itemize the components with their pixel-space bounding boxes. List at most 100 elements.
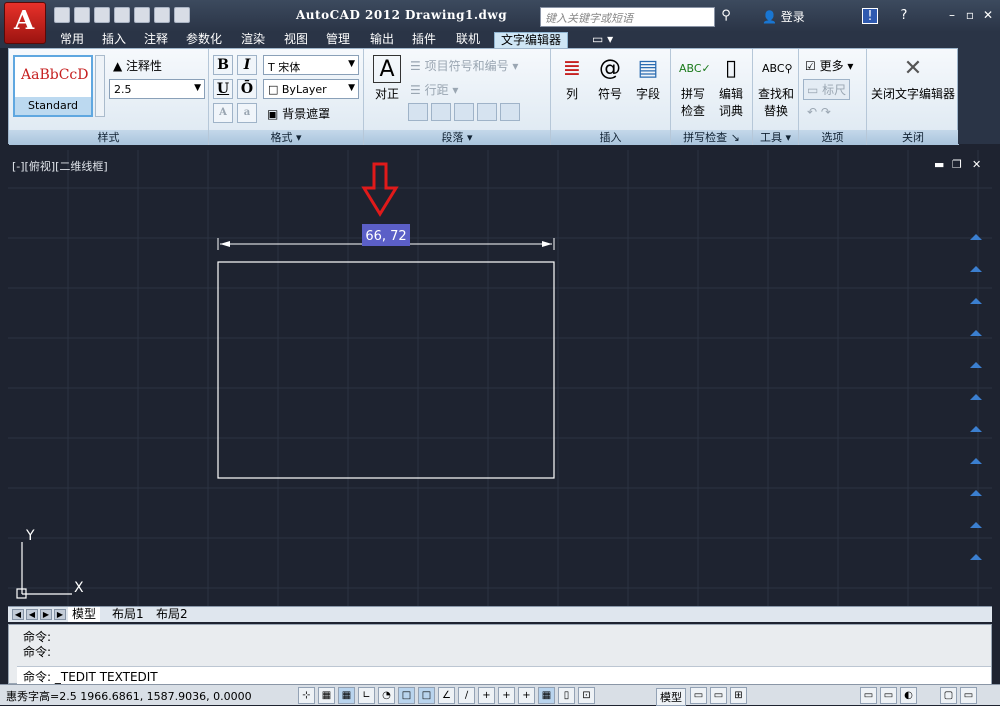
- close-text-editor-button[interactable]: ✕ 关闭文字编辑器: [869, 55, 957, 102]
- undo-redo-icons[interactable]: ↶ ↷: [807, 105, 831, 119]
- command-input[interactable]: 命令: _TEDIT TEXTEDIT: [17, 666, 991, 684]
- restore-icon[interactable]: ▫: [962, 8, 978, 24]
- quick-properties-icon[interactable]: ▦: [538, 687, 555, 704]
- search-input[interactable]: 键入关键字或短语: [540, 7, 715, 27]
- print-icon[interactable]: [134, 7, 150, 23]
- tab-text-editor[interactable]: 文字编辑器: [494, 32, 569, 48]
- underline-button[interactable]: U: [213, 79, 233, 99]
- tab-online[interactable]: 联机: [450, 32, 486, 48]
- infer-constraints-icon[interactable]: ⊹: [298, 687, 315, 704]
- autocad-logo-icon: A: [14, 6, 35, 36]
- redo-icon[interactable]: [174, 7, 190, 23]
- application-menu-button[interactable]: A: [4, 2, 46, 44]
- edit-dictionary-button[interactable]: ▯ 编辑 词典: [713, 55, 749, 119]
- tab-layout1[interactable]: 布局1: [108, 607, 148, 622]
- polar-icon[interactable]: ◔: [378, 687, 395, 704]
- line-spacing-button[interactable]: ☰ 行距 ▾: [410, 81, 458, 98]
- annotation-monitor-icon[interactable]: ⊡: [578, 687, 595, 704]
- last-tab-icon[interactable]: ▶: [54, 609, 66, 620]
- justify-button[interactable]: A 对正: [370, 55, 404, 102]
- next-tab-icon[interactable]: ▶: [40, 609, 52, 620]
- gallery-scroller[interactable]: [95, 55, 105, 117]
- close-icon[interactable]: ✕: [980, 8, 996, 24]
- tab-output[interactable]: 输出: [364, 32, 400, 48]
- prev-tab-icon[interactable]: ◀: [26, 609, 38, 620]
- spellcheck-button[interactable]: ABC✓ 拼写 检查: [675, 55, 711, 119]
- grid-icon[interactable]: ▦: [338, 687, 355, 704]
- ortho-icon[interactable]: ∟: [358, 687, 375, 704]
- symbol-button[interactable]: @ 符号: [593, 55, 627, 102]
- tab-model[interactable]: 模型: [68, 607, 101, 622]
- tab-insert[interactable]: 插入: [96, 32, 132, 48]
- tab-home[interactable]: 常用: [54, 32, 90, 48]
- dyn-icon[interactable]: +: [478, 687, 495, 704]
- undo-icon[interactable]: [154, 7, 170, 23]
- 3d-osnap-icon[interactable]: □: [418, 687, 435, 704]
- justify-text-icon[interactable]: [477, 103, 497, 121]
- background-mask-button[interactable]: ▣ 背景遮罩: [267, 105, 330, 122]
- snap-icon[interactable]: ▦: [318, 687, 335, 704]
- viewport-minimize-icon[interactable]: ▬: [934, 158, 944, 171]
- save-icon[interactable]: [94, 7, 110, 23]
- bullets-button[interactable]: ☰ 项目符号和编号 ▾: [410, 57, 518, 74]
- justify-icon: A: [373, 55, 401, 83]
- more-button[interactable]: ☑ 更多 ▾: [805, 57, 853, 74]
- help-icon[interactable]: ?: [896, 8, 912, 24]
- open-icon[interactable]: [74, 7, 90, 23]
- close-x-icon: ✕: [903, 56, 923, 81]
- new-icon[interactable]: [54, 7, 70, 23]
- model-space-button[interactable]: 模型: [656, 688, 686, 706]
- viewport-close-icon[interactable]: ✕: [972, 158, 981, 171]
- dictionary-label-2: 词典: [718, 104, 743, 118]
- login-button[interactable]: 👤 登录: [762, 8, 805, 25]
- workspace-icon[interactable]: ▭: [860, 687, 877, 704]
- viewport-restore-icon[interactable]: ❐: [952, 158, 962, 171]
- clean-screen-icon[interactable]: ▭: [960, 687, 977, 704]
- tab-annotate[interactable]: 注释: [138, 32, 174, 48]
- align-right-icon[interactable]: [454, 103, 474, 121]
- viewport-scale-icon[interactable]: ⊞: [730, 687, 747, 704]
- osnap-icon[interactable]: □: [398, 687, 415, 704]
- tab-manage[interactable]: 管理: [320, 32, 356, 48]
- align-left-icon[interactable]: [408, 103, 428, 121]
- hardware-icon[interactable]: ▢: [940, 687, 957, 704]
- drawing-canvas[interactable]: 66, 72 Y X: [8, 150, 992, 608]
- bold-button[interactable]: B: [213, 55, 233, 75]
- lock-icon[interactable]: ▭: [880, 687, 897, 704]
- case-icon[interactable]: A: [213, 103, 233, 123]
- lineweight-icon[interactable]: +: [498, 687, 515, 704]
- ducs-icon[interactable]: ∕: [458, 687, 475, 704]
- layout-icon-2[interactable]: ▭: [710, 687, 727, 704]
- overline-button[interactable]: Ō: [237, 79, 257, 99]
- isolate-icon[interactable]: ◐: [900, 687, 917, 704]
- font-dropdown[interactable]: T 宋体 ▼: [263, 55, 359, 75]
- tab-layout2[interactable]: 布局2: [152, 607, 192, 622]
- layout-icon[interactable]: ▭: [690, 687, 707, 704]
- annotative-button[interactable]: ▲ 注释性: [113, 57, 162, 74]
- italic-button[interactable]: I: [237, 55, 257, 75]
- color-dropdown[interactable]: □ ByLayer ▼: [263, 79, 359, 99]
- field-button[interactable]: ▤ 字段: [631, 55, 665, 102]
- selection-cycling-icon[interactable]: ▯: [558, 687, 575, 704]
- binoculars-icon[interactable]: ⚲: [718, 8, 734, 24]
- text-height-dropdown[interactable]: 2.5 ▼: [109, 79, 205, 99]
- ruler-button[interactable]: ▭ 标尺: [803, 79, 851, 100]
- tab-extra-icon[interactable]: ▭ ▾: [586, 32, 619, 48]
- text-style-gallery[interactable]: AaBbCcD Standard: [13, 55, 93, 117]
- tab-plugins[interactable]: 插件: [406, 32, 442, 48]
- tab-render[interactable]: 渲染: [235, 32, 271, 48]
- first-tab-icon[interactable]: ◀: [12, 609, 24, 620]
- columns-button[interactable]: ≣ 列: [557, 55, 587, 102]
- save-as-icon[interactable]: [114, 7, 130, 23]
- lowercase-icon[interactable]: a: [237, 103, 257, 123]
- viewport-controls[interactable]: [-][俯视][二维线框]: [12, 158, 108, 174]
- distribute-icon[interactable]: [500, 103, 520, 121]
- tab-view[interactable]: 视图: [278, 32, 314, 48]
- exchange-icon[interactable]: !: [862, 8, 878, 24]
- tab-parametric[interactable]: 参数化: [180, 32, 228, 48]
- align-center-icon[interactable]: [431, 103, 451, 121]
- minimize-icon[interactable]: –: [944, 8, 960, 24]
- otrack-icon[interactable]: ∠: [438, 687, 455, 704]
- transparency-icon[interactable]: +: [518, 687, 535, 704]
- find-replace-button[interactable]: ABC⚲ 查找和 替换: [755, 55, 797, 119]
